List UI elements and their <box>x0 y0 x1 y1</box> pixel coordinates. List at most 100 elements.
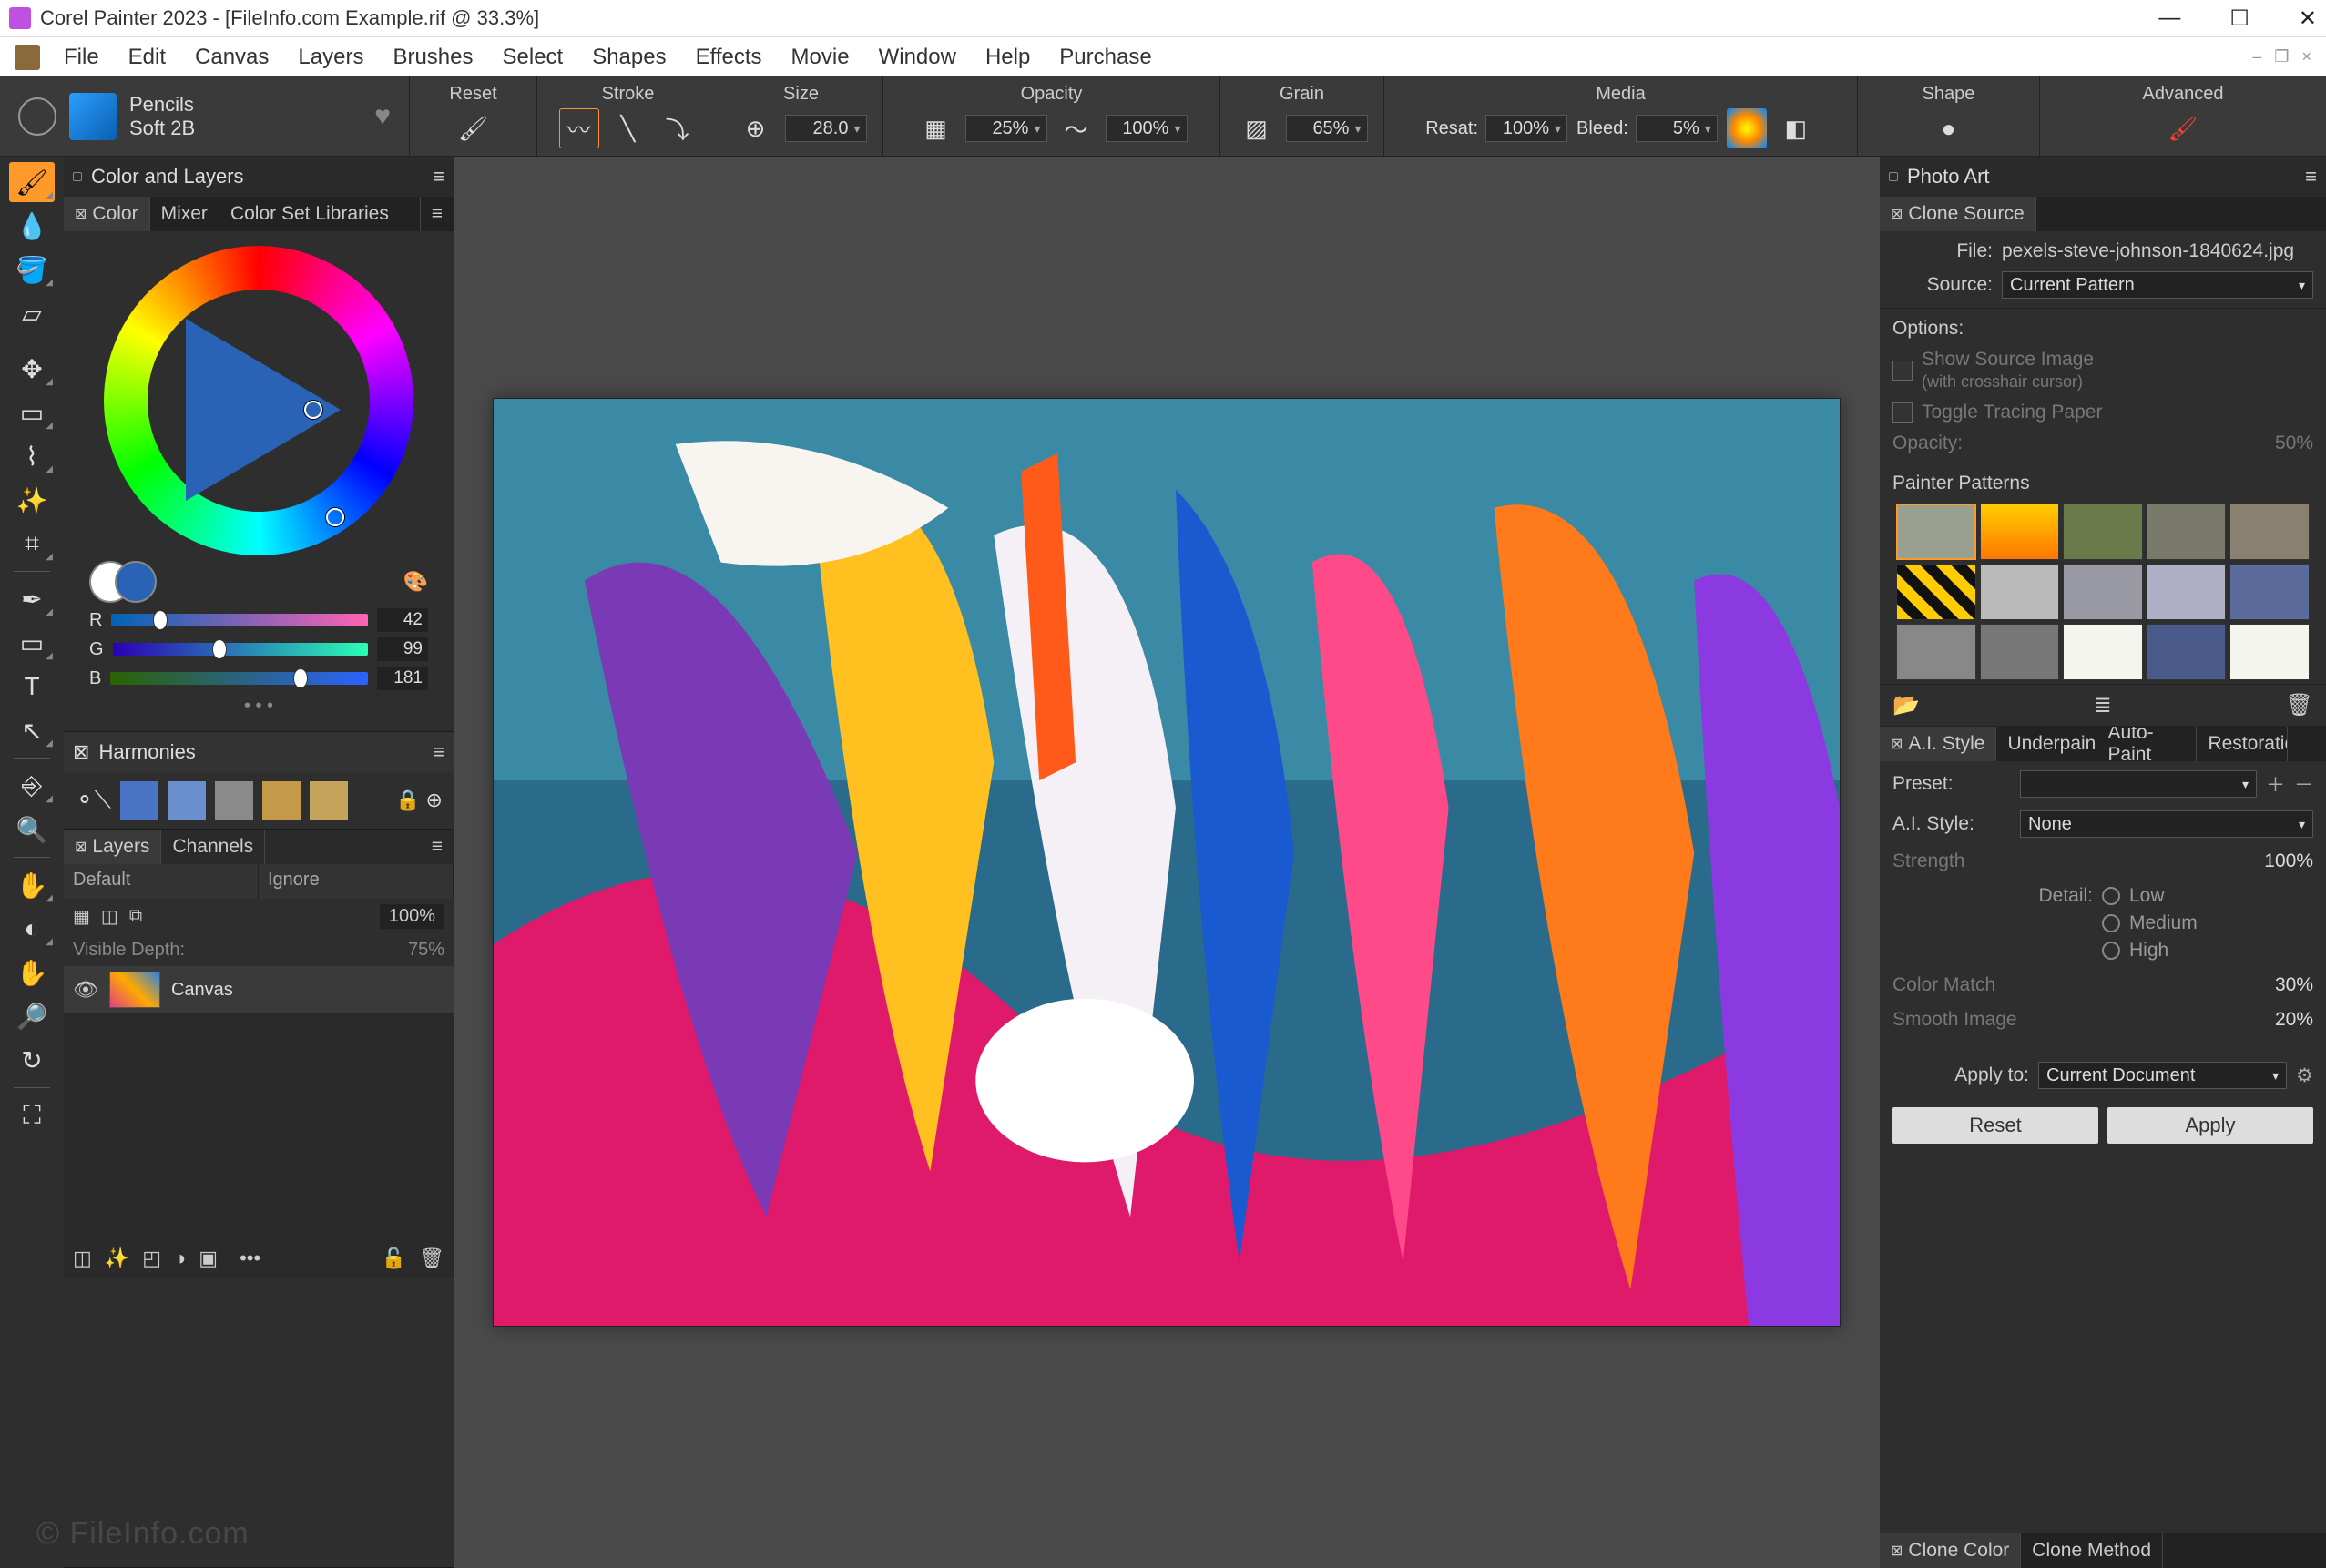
menu-canvas[interactable]: Canvas <box>180 39 283 76</box>
harmony-swatch[interactable] <box>120 781 158 820</box>
clip-icon[interactable]: ◰ <box>142 1247 161 1270</box>
menu-purchase[interactable]: Purchase <box>1045 39 1166 76</box>
tool-wand[interactable]: ✨ <box>9 480 55 520</box>
source-select[interactable]: Current Pattern▾ <box>2002 271 2313 299</box>
detail-med-radio[interactable] <box>2102 914 2120 932</box>
tool-lasso[interactable]: ⌇◢ <box>9 436 55 476</box>
tool-magnifier[interactable]: 🔎 <box>9 996 55 1036</box>
ai-style-select[interactable]: None▾ <box>2020 810 2313 838</box>
menu-brushes[interactable]: Brushes <box>378 39 487 76</box>
g-value[interactable]: 99 <box>377 637 428 661</box>
menu-help[interactable]: Help <box>971 39 1045 76</box>
harmony-swatch[interactable] <box>262 781 301 820</box>
pattern-thumb[interactable] <box>2229 564 2310 620</box>
tab-clone-source[interactable]: ⊠Clone Source <box>1880 197 2036 231</box>
preset-select[interactable]: ▾ <box>2020 770 2257 798</box>
tool-clone[interactable]: ⎆◢ <box>9 766 55 806</box>
pattern-thumb[interactable] <box>2147 624 2227 680</box>
mask-mode-select[interactable]: Ignore <box>259 864 454 899</box>
layer-opacity-input[interactable]: 100% <box>380 904 444 929</box>
tab-autopaint[interactable]: Auto-Paint <box>2096 727 2197 761</box>
brush-selector[interactable]: Pencils Soft 2B ♥ <box>0 76 410 156</box>
tabs-menu-icon[interactable]: ≡ <box>421 197 454 231</box>
pattern-thumb[interactable] <box>2147 564 2227 620</box>
detail-high-radio[interactable] <box>2102 942 2120 960</box>
tab-ai-style[interactable]: ⊠A.I. Style <box>1880 727 1996 761</box>
menu-file[interactable]: File <box>49 39 114 76</box>
pattern-thumb[interactable] <box>2063 624 2143 680</box>
delete-pattern-icon[interactable]: 🗑 <box>2286 692 2313 718</box>
stroke-align-button[interactable]: ⤵ <box>658 108 698 148</box>
visible-depth-value[interactable]: 75% <box>408 940 444 961</box>
size-input[interactable]: 28.0▾ <box>785 115 867 142</box>
open-pattern-icon[interactable]: 📂 <box>1892 692 1920 718</box>
sv-handle[interactable] <box>304 401 322 419</box>
stroke-line-button[interactable]: ╲ <box>608 108 648 148</box>
menu-movie[interactable]: Movie <box>777 39 864 76</box>
tool-rect-select[interactable]: ▭◢ <box>9 392 55 433</box>
harmony-lock-icon[interactable]: 🔒 ⊕ <box>395 789 443 812</box>
tool-eraser[interactable]: ▱ <box>9 293 55 333</box>
maximize-button[interactable]: ☐ <box>2229 5 2249 32</box>
stroke-freehand-button[interactable]: 〰 <box>559 108 599 148</box>
tool-rotate[interactable]: ↻ <box>9 1040 55 1080</box>
panel-menu-icon[interactable]: ≡ <box>433 165 444 188</box>
color-wheel[interactable]: 🎨 R42 G99 B181 • • • <box>64 231 454 731</box>
shape-button[interactable]: ● <box>1929 108 1969 148</box>
pattern-thumb[interactable] <box>2063 564 2143 620</box>
layer-name[interactable]: Canvas <box>171 980 233 1001</box>
r-slider[interactable] <box>111 614 368 626</box>
tab-restoration[interactable]: Restoration <box>2197 727 2288 761</box>
tool-move[interactable]: ✥◢ <box>9 349 55 389</box>
dock-dot-icon[interactable] <box>1889 172 1898 181</box>
tracing-check[interactable] <box>1892 402 1913 423</box>
lock-icon[interactable]: 🔓 <box>382 1247 406 1270</box>
bleed-input[interactable]: 5%▾ <box>1636 115 1718 142</box>
visibility-icon[interactable]: 👁 <box>73 978 98 1002</box>
tool-dropper[interactable]: 💧 <box>9 206 55 246</box>
show-source-check[interactable] <box>1892 361 1913 381</box>
r-value[interactable]: 42 <box>377 608 428 632</box>
layers-list[interactable]: 👁 Canvas <box>64 966 454 1239</box>
resat-input[interactable]: 100%▾ <box>1485 115 1567 142</box>
dock-dot-icon[interactable] <box>73 172 82 181</box>
size-icon[interactable]: ⊕ <box>736 108 776 148</box>
b-value[interactable]: 181 <box>377 667 428 690</box>
pattern-thumb[interactable] <box>2147 504 2227 560</box>
canvas-area[interactable] <box>454 157 1880 1568</box>
tool-screen-toggle[interactable]: ⛶ <box>9 1095 55 1135</box>
menu-window[interactable]: Window <box>864 39 971 76</box>
harmony-mode-icon[interactable]: ⚬⟍ <box>75 786 111 815</box>
pattern-thumb[interactable] <box>1896 624 1976 680</box>
tool-zoom[interactable]: 🔍 <box>9 809 55 850</box>
doc-close-icon[interactable]: × <box>2301 47 2311 66</box>
tab-clone-method[interactable]: Clone Method <box>2021 1533 2163 1568</box>
tool-text[interactable]: T <box>9 667 55 707</box>
pattern-thumb[interactable] <box>1980 504 2060 560</box>
b-slider[interactable] <box>110 672 368 685</box>
media-invert-button[interactable]: ◧ <box>1776 108 1816 148</box>
favorite-icon[interactable]: ♥ <box>374 101 391 132</box>
detail-low-radio[interactable] <box>2102 887 2120 905</box>
tool-brush[interactable]: 🖌◢ <box>9 162 55 202</box>
minimize-button[interactable]: — <box>2158 5 2180 32</box>
tool-pointer[interactable]: ↖◢ <box>9 710 55 750</box>
opacity-expr-button[interactable]: 〜 <box>1056 108 1097 148</box>
pickup-icon[interactable]: ◫ <box>101 905 118 928</box>
advanced-button[interactable]: 🖌 <box>2163 108 2203 148</box>
panel-menu-icon[interactable]: ≡ <box>433 740 444 764</box>
grain-input[interactable]: 65%▾ <box>1286 115 1368 142</box>
g-slider[interactable] <box>113 643 368 656</box>
menu-effects[interactable]: Effects <box>681 39 777 76</box>
pattern-thumb[interactable] <box>1980 624 2060 680</box>
doc-minimize-icon[interactable]: – <box>2252 47 2261 66</box>
harmony-swatch[interactable] <box>310 781 348 820</box>
color-swatches[interactable] <box>89 561 157 603</box>
menu-select[interactable]: Select <box>488 39 578 76</box>
tab-clone-color[interactable]: ⊠Clone Color <box>1880 1533 2021 1568</box>
panel-menu-icon[interactable]: ≡ <box>2305 165 2317 188</box>
tool-pen[interactable]: ✒◢ <box>9 579 55 619</box>
layer-row[interactable]: 👁 Canvas <box>64 966 454 1013</box>
pattern-thumb[interactable] <box>2063 504 2143 560</box>
reset-button[interactable]: Reset <box>1892 1107 2098 1144</box>
